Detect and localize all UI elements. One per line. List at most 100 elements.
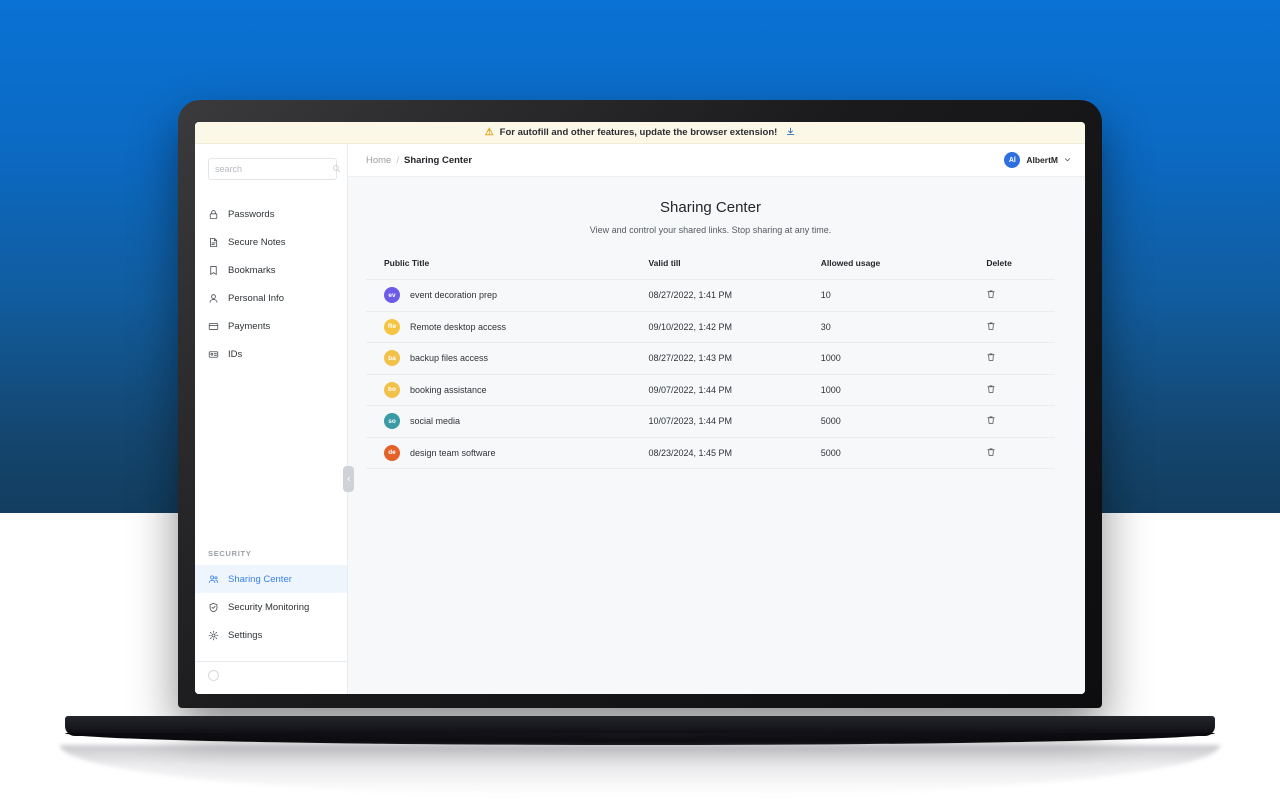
breadcrumb: Home / Sharing Center	[366, 155, 472, 166]
table-header-row: Public Title Valid till Allowed usage De…	[366, 258, 1055, 280]
cell-allowed-usage: 1000	[820, 384, 841, 395]
gear-icon	[208, 630, 219, 641]
trash-icon[interactable]	[986, 415, 996, 425]
sidebar-item-label: Security Monitoring	[228, 601, 310, 613]
row-title: backup files access	[410, 353, 489, 364]
page-subtitle: View and control your shared links. Stop…	[589, 225, 832, 235]
sidebar: Passwords Secure Notes	[195, 144, 354, 694]
trash-icon[interactable]	[986, 321, 996, 331]
cell-public-title: de design team software	[366, 437, 648, 469]
content-area: Sharing Center View and control your sha…	[348, 177, 1085, 694]
row-avatar: ba	[384, 350, 400, 367]
table-row[interactable]: ev event decoration prep 08/27/2022, 1:41 …	[366, 279, 1055, 312]
table-row[interactable]: ba backup files access 08/27/2022, 1:43 PM…	[366, 342, 1055, 375]
row-avatar: ev	[384, 287, 400, 304]
cell-public-title: so social media	[366, 406, 648, 438]
trash-icon[interactable]	[986, 352, 996, 362]
cell-public-title: ev event decoration prep	[366, 280, 648, 312]
column-header-public-title: Public Title	[384, 258, 430, 268]
cell-delete	[972, 343, 1055, 375]
cell-public-title: Re Remote desktop access	[366, 311, 648, 343]
row-title: booking assistance	[410, 384, 487, 395]
row-avatar: so	[384, 413, 400, 430]
main-area: Home / Sharing Center Al AlbertM Sharing…	[348, 144, 1085, 694]
cell-valid-till: 09/10/2022, 1:42 PM	[648, 321, 733, 332]
row-title: social media	[410, 416, 461, 427]
cell-public-title: bo booking assistance	[366, 374, 648, 406]
laptop-reflection	[60, 745, 1220, 797]
topbar: Home / Sharing Center Al AlbertM	[348, 144, 1085, 177]
sidebar-section-label: SECURITY	[208, 549, 252, 558]
sidebar-item-label: Secure Notes	[228, 236, 286, 248]
breadcrumb-current: Sharing Center	[403, 154, 473, 166]
sidebar-item-secure-notes[interactable]: Secure Notes	[195, 228, 347, 256]
extension-update-banner[interactable]: ⚠ For autofill and other features, updat…	[195, 122, 1085, 144]
column-header-delete: Delete	[986, 258, 1012, 268]
table-body: ev event decoration prep 08/27/2022, 1:41 …	[366, 279, 1055, 469]
trash-icon[interactable]	[986, 447, 996, 457]
shield-check-icon	[208, 602, 219, 613]
person-icon	[208, 293, 219, 304]
row-avatar: de	[384, 444, 400, 461]
sidebar-item-label: Personal Info	[228, 292, 284, 304]
id-card-icon	[208, 349, 219, 360]
sidebar-item-label: Settings	[228, 629, 263, 641]
sidebar-item-passwords[interactable]: Passwords	[195, 200, 347, 228]
sidebar-item-security-monitoring[interactable]: Security Monitoring	[195, 593, 347, 621]
cell-delete	[972, 374, 1055, 406]
table-row[interactable]: so social media 10/07/2023, 1:44 PM 5000	[366, 405, 1055, 438]
cell-allowed-usage: 10	[820, 290, 831, 301]
cell-valid-till: 10/07/2023, 1:44 PM	[648, 416, 733, 427]
cell-delete	[972, 406, 1055, 438]
page-title: Sharing Center	[660, 199, 761, 216]
cell-valid-till: 08/27/2022, 1:43 PM	[648, 353, 733, 364]
credit-card-icon	[208, 321, 219, 332]
breadcrumb-home[interactable]: Home	[366, 155, 391, 166]
cell-valid-till: 08/27/2022, 1:41 PM	[648, 290, 733, 301]
sidebar-item-settings[interactable]: Settings	[195, 621, 347, 649]
cell-valid-till: 09/07/2022, 1:44 PM	[648, 384, 733, 395]
breadcrumb-separator: /	[396, 154, 399, 166]
row-title: event decoration prep	[410, 290, 498, 301]
table-row[interactable]: bo booking assistance 09/07/2022, 1:44 PM 1…	[366, 374, 1055, 406]
search-icon	[332, 164, 341, 175]
share-people-icon	[208, 574, 219, 585]
note-icon	[208, 237, 219, 248]
avatar: Al	[1004, 152, 1021, 168]
user-name: AlbertM	[1026, 155, 1058, 165]
sidebar-item-sharing-center[interactable]: Sharing Center	[195, 565, 347, 593]
sidebar-item-personal-info[interactable]: Personal Info	[195, 284, 347, 312]
laptop-mockup: ⚠ For autofill and other features, updat…	[178, 100, 1102, 708]
table-row[interactable]: Re Remote desktop access 09/10/2022, 1:42 …	[366, 311, 1055, 343]
cell-delete	[972, 280, 1055, 312]
sidebar-collapse-handle[interactable]	[343, 466, 354, 492]
warning-triangle-icon: ⚠	[484, 126, 494, 138]
search-box[interactable]	[208, 158, 341, 180]
sidebar-nav: Passwords Secure Notes Bookmarks Persona…	[195, 200, 347, 368]
sidebar-item-label: Bookmarks	[228, 264, 276, 276]
sidebar-footer[interactable]	[195, 662, 347, 688]
download-icon[interactable]	[786, 127, 795, 138]
sidebar-item-bookmarks[interactable]: Bookmarks	[195, 256, 347, 284]
sidebar-item-ids[interactable]: IDs	[195, 340, 347, 368]
row-avatar: bo	[384, 381, 400, 398]
account-circle-icon	[208, 669, 219, 681]
user-menu[interactable]: Al AlbertM	[1004, 152, 1071, 168]
cell-valid-till: 08/23/2024, 1:45 PM	[648, 447, 733, 458]
trash-icon[interactable]	[986, 289, 996, 299]
column-header-valid-till: Valid till	[648, 258, 681, 268]
row-avatar: Re	[384, 318, 400, 335]
sidebar-item-payments[interactable]: Payments	[195, 312, 347, 340]
cell-public-title: ba backup files access	[366, 343, 648, 375]
column-header-allowed-usage: Allowed usage	[820, 258, 881, 268]
trash-icon[interactable]	[986, 384, 996, 394]
search-input[interactable]	[215, 164, 332, 174]
laptop-base-lip	[65, 733, 1215, 745]
screenshot-scene: ⚠ For autofill and other features, updat…	[0, 0, 1280, 800]
cell-delete	[972, 311, 1055, 343]
chevron-down-icon[interactable]	[1064, 156, 1071, 165]
row-title: design team software	[410, 447, 496, 458]
table-row[interactable]: de design team software 08/23/2024, 1:45 P…	[366, 437, 1055, 469]
sidebar-security-section: SECURITY Sharing Center Security Monitor…	[195, 549, 347, 694]
